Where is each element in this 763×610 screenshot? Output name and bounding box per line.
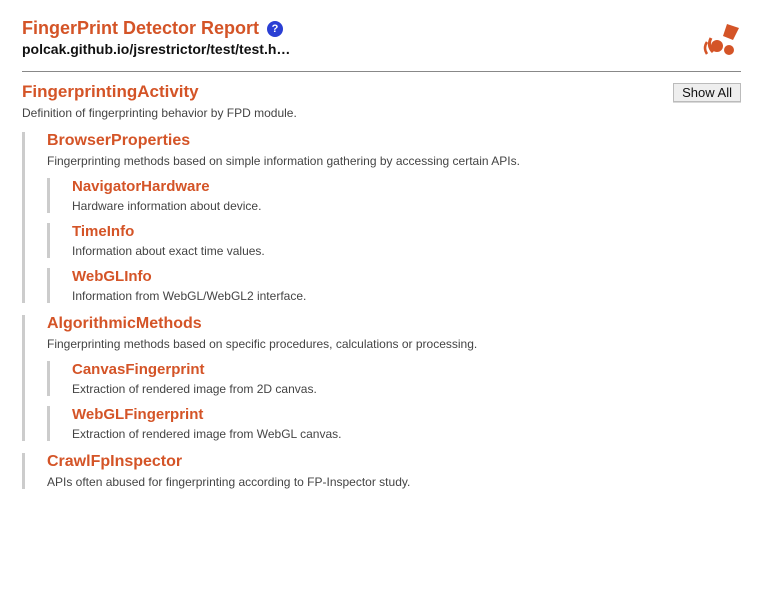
group: BrowserProperties Fingerprinting methods … <box>22 132 741 303</box>
subgroup: TimeInfo Information about exact time val… <box>47 223 741 258</box>
subgroup: NavigatorHardware Hardware information ab… <box>47 178 741 213</box>
subgroup-title[interactable]: TimeInfo <box>72 223 741 240</box>
subgroup-desc: Information about exact time values. <box>72 244 741 258</box>
subgroup: CanvasFingerprint Extraction of rendered … <box>47 361 741 396</box>
group-title[interactable]: CrawlFpInspector <box>47 453 741 471</box>
subgroup-desc: Extraction of rendered image from WebGL … <box>72 427 741 441</box>
subgroup-desc: Information from WebGL/WebGL2 interface. <box>72 289 741 303</box>
help-icon[interactable]: ? <box>267 21 283 37</box>
subgroup-desc: Hardware information about device. <box>72 199 741 213</box>
subgroup: WebGLInfo Information from WebGL/WebGL2 i… <box>47 268 741 303</box>
title-row: FingerPrint Detector Report ? <box>22 18 697 39</box>
group: CrawlFpInspector APIs often abused for fi… <box>22 453 741 489</box>
section-header: FingerprintingActivity Show All <box>22 82 741 102</box>
group-title[interactable]: BrowserProperties <box>47 132 741 150</box>
header-left: FingerPrint Detector Report ? polcak.git… <box>22 18 697 57</box>
subgroup-title[interactable]: WebGLInfo <box>72 268 741 285</box>
subgroup-title[interactable]: CanvasFingerprint <box>72 361 741 378</box>
group-title[interactable]: AlgorithmicMethods <box>47 315 741 333</box>
group-desc: Fingerprinting methods based on simple i… <box>47 154 741 168</box>
domain-text: polcak.github.io/jsrestrictor/test/test.… <box>22 41 697 57</box>
subgroup-desc: Extraction of rendered image from 2D can… <box>72 382 741 396</box>
group-desc: Fingerprinting methods based on specific… <box>47 337 741 351</box>
subgroup-title[interactable]: NavigatorHardware <box>72 178 741 195</box>
section-title: FingerprintingActivity <box>22 82 199 102</box>
subgroup: WebGLFingerprint Extraction of rendered i… <box>47 406 741 441</box>
group-desc: APIs often abused for fingerprinting acc… <box>47 475 741 489</box>
shield-logo-icon <box>697 18 741 63</box>
section-desc: Definition of fingerprinting behavior by… <box>22 106 741 120</box>
group: AlgorithmicMethods Fingerprinting methods… <box>22 315 741 441</box>
subgroup-title[interactable]: WebGLFingerprint <box>72 406 741 423</box>
show-all-button[interactable]: Show All <box>673 83 741 102</box>
report-title: FingerPrint Detector Report <box>22 18 259 39</box>
report-header: FingerPrint Detector Report ? polcak.git… <box>22 18 741 72</box>
